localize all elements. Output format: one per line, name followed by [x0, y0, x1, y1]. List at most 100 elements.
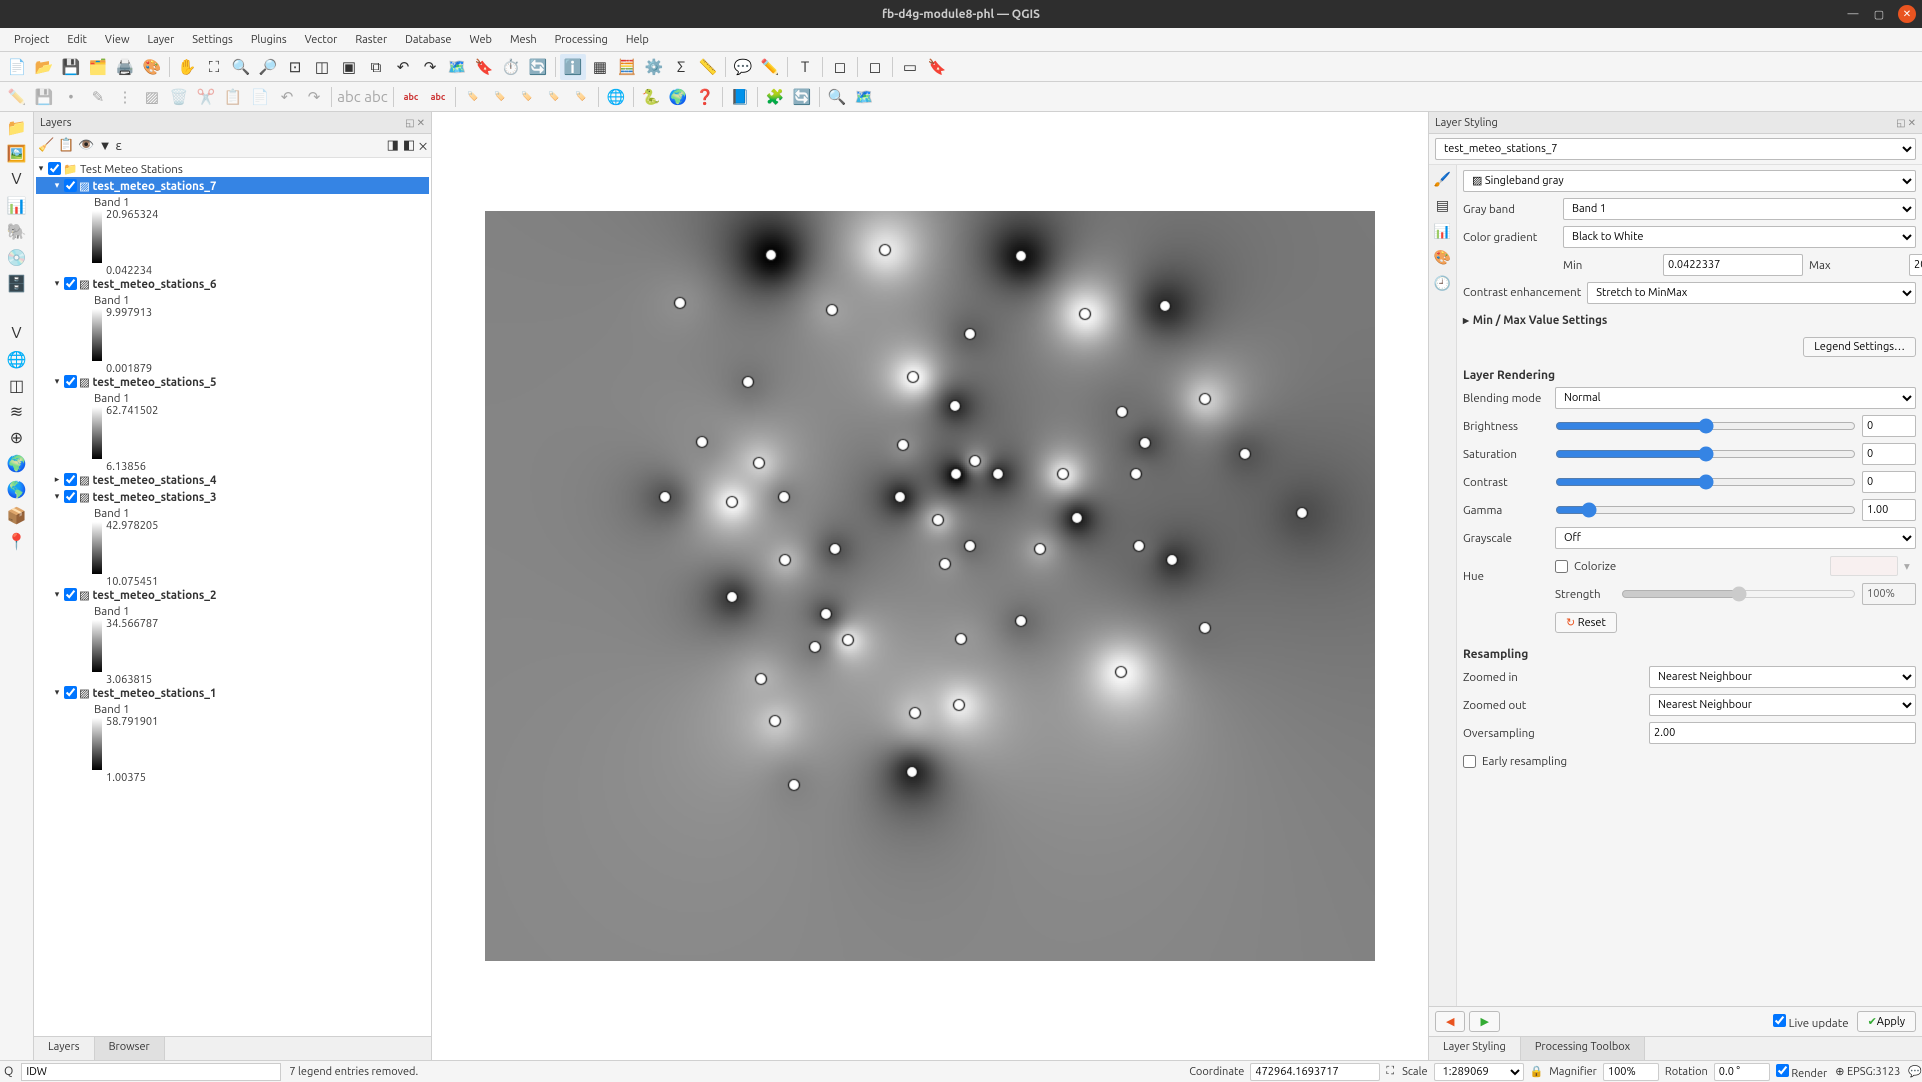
add-ogc-icon[interactable]: 🌍: [4, 452, 30, 474]
digitize-icon[interactable]: ✎: [85, 84, 111, 110]
expand-all-icon[interactable]: ◨: [387, 135, 399, 157]
minimize-button[interactable]: —: [1846, 7, 1860, 21]
blending-select[interactable]: Normal: [1555, 387, 1916, 409]
add-group-icon[interactable]: 📋: [58, 135, 74, 157]
redo-icon[interactable]: ↷: [301, 84, 327, 110]
transparency-tab-icon[interactable]: ▤: [1433, 195, 1453, 215]
zoom-full-icon[interactable]: ⊡: [282, 54, 308, 80]
remove-layer-icon[interactable]: ❌: [419, 135, 427, 157]
toolbox-icon[interactable]: ⚙️: [641, 54, 667, 80]
text-annotation-icon[interactable]: T: [792, 54, 818, 80]
menu-plugins[interactable]: Plugins: [243, 31, 295, 49]
add-wfs-icon[interactable]: ⊕: [4, 426, 30, 448]
statistics-icon[interactable]: Σ: [668, 54, 694, 80]
layout-manager-icon[interactable]: 🖨️: [112, 54, 138, 80]
menu-settings[interactable]: Settings: [184, 31, 241, 49]
lock-icon[interactable]: 🔒: [1530, 1065, 1544, 1078]
maximize-button[interactable]: ▢: [1872, 7, 1886, 21]
plugin-reload-icon[interactable]: 🔄: [789, 84, 815, 110]
plugin-manager-icon[interactable]: 🧩: [762, 84, 788, 110]
zoomed-out-select[interactable]: Nearest Neighbour: [1649, 694, 1916, 716]
map-canvas[interactable]: [432, 112, 1428, 1060]
zoom-in-icon[interactable]: 🔍: [228, 54, 254, 80]
contrast-slider[interactable]: [1555, 475, 1856, 489]
add-virtual-icon[interactable]: V: [4, 322, 30, 344]
osm2-icon[interactable]: 🗺️: [851, 84, 877, 110]
add-wms-icon[interactable]: 🌐: [4, 348, 30, 370]
styling-layer-select[interactable]: test_meteo_stations_7: [1435, 138, 1916, 160]
annotation-icon[interactable]: ✏️: [757, 54, 783, 80]
identify-icon[interactable]: ℹ️: [560, 54, 586, 80]
plugin-globe-icon[interactable]: 🌍: [665, 84, 691, 110]
menu-mesh[interactable]: Mesh: [502, 31, 545, 49]
max-input[interactable]: [1909, 254, 1922, 276]
early-resampling-checkbox[interactable]: [1463, 755, 1476, 768]
add-feature-icon[interactable]: •: [58, 84, 84, 110]
menu-database[interactable]: Database: [397, 31, 459, 49]
label-y5-icon[interactable]: 🏷️: [568, 84, 594, 110]
tab-layers[interactable]: Layers: [34, 1037, 95, 1060]
tab-processing-toolbox[interactable]: Processing Toolbox: [1521, 1037, 1645, 1060]
menu-layer[interactable]: Layer: [140, 31, 183, 49]
paste-icon[interactable]: 📄: [247, 84, 273, 110]
histogram-tab-icon[interactable]: 📊: [1433, 221, 1453, 241]
deselect-icon[interactable]: ◻: [862, 54, 888, 80]
oversampling-input[interactable]: [1649, 722, 1916, 744]
add-vector-icon[interactable]: 📁: [4, 116, 30, 138]
refresh-icon[interactable]: 🔄: [525, 54, 551, 80]
field-calc-icon[interactable]: 🧮: [614, 54, 640, 80]
manage-visibility-icon[interactable]: 👁️: [78, 135, 94, 157]
color-gradient-select[interactable]: Black to White: [1563, 226, 1916, 248]
render-label[interactable]: Render: [1776, 1064, 1827, 1080]
filter-legend-icon[interactable]: ▼: [99, 135, 112, 157]
label-red-icon[interactable]: abc: [398, 84, 424, 110]
filter-expr-icon[interactable]: ε: [115, 135, 122, 157]
table-icon[interactable]: ▦: [587, 54, 613, 80]
reset-button[interactable]: ↻ Reset: [1555, 612, 1617, 633]
python-icon[interactable]: 🐍: [638, 84, 664, 110]
zoom-last-icon[interactable]: ↶: [390, 54, 416, 80]
abc-deselect-icon[interactable]: abc: [363, 84, 389, 110]
apply-button[interactable]: ✔Apply: [1857, 1011, 1916, 1032]
add-spatialite-icon[interactable]: 💿: [4, 246, 30, 268]
zoom-next-icon[interactable]: ↷: [417, 54, 443, 80]
save-project-icon[interactable]: 💾: [58, 54, 84, 80]
styling-close-icon[interactable]: ✕: [1908, 117, 1916, 129]
minmax-expander[interactable]: ▸Min / Max Value Settings: [1463, 309, 1916, 331]
menu-help[interactable]: Help: [618, 31, 657, 49]
new-bookmark-icon[interactable]: 🔖: [471, 54, 497, 80]
add-gps-icon[interactable]: 📍: [4, 530, 30, 552]
help-icon[interactable]: ❓: [692, 84, 718, 110]
live-update-label[interactable]: Live update: [1773, 1014, 1849, 1030]
menu-view[interactable]: View: [97, 31, 138, 49]
style-back-button[interactable]: ◀: [1435, 1011, 1465, 1032]
scale-select[interactable]: 1:289069: [1434, 1063, 1524, 1081]
zoom-native-icon[interactable]: ⧉: [363, 54, 389, 80]
menu-project[interactable]: Project: [6, 31, 57, 49]
label-red2-icon[interactable]: abc: [425, 84, 451, 110]
legend-settings-button[interactable]: Legend Settings…: [1803, 337, 1916, 357]
modify-icon[interactable]: ▨: [139, 84, 165, 110]
coordinate-input[interactable]: [1250, 1063, 1380, 1081]
style-forward-button[interactable]: ▶: [1469, 1011, 1499, 1032]
zoom-selection-icon[interactable]: ◫: [309, 54, 335, 80]
edit-pencil-icon[interactable]: ✏️: [4, 84, 30, 110]
saturation-input[interactable]: [1862, 443, 1916, 465]
style-manager-icon[interactable]: 🎨: [139, 54, 165, 80]
zoomed-in-select[interactable]: Nearest Neighbour: [1649, 666, 1916, 688]
menu-processing[interactable]: Processing: [547, 31, 616, 49]
symbology-tab-icon[interactable]: 🖌️: [1433, 169, 1453, 189]
close-button[interactable]: ✕: [1898, 5, 1916, 23]
add-mesh-icon[interactable]: V: [4, 168, 30, 190]
add-raster-icon[interactable]: 🖼️: [4, 142, 30, 164]
saturation-slider[interactable]: [1555, 447, 1856, 461]
gray-band-select[interactable]: Band 1: [1563, 198, 1916, 220]
label-y1-icon[interactable]: 🏷️: [460, 84, 486, 110]
history-tab-icon[interactable]: 🕘: [1433, 273, 1453, 293]
brightness-input[interactable]: [1862, 415, 1916, 437]
gamma-slider[interactable]: [1555, 503, 1856, 517]
menu-edit[interactable]: Edit: [59, 31, 95, 49]
scale-extents-icon[interactable]: ⛶: [1386, 1065, 1394, 1078]
live-update-checkbox[interactable]: [1773, 1014, 1786, 1027]
colorize-checkbox[interactable]: [1555, 560, 1568, 573]
